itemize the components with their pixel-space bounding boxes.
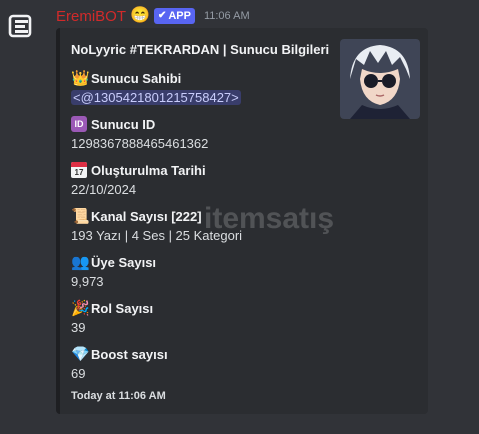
field-role-count: 🎉 Rol Sayısı 39 [71,298,153,338]
username[interactable]: EremiBOT [56,8,126,25]
channel-count-value: 193 Yazı | 4 Ses | 25 Kategori [71,228,243,243]
embed-thumbnail[interactable] [340,39,420,119]
crown-icon: 👑 [71,70,90,87]
users-icon: 👥 [71,254,90,271]
owner-mention-link[interactable]: <@1305421801215758427> [71,90,241,105]
message-header: EremiBOT 😁 ✔ APP 11:06 AM [56,5,250,27]
server-id-value: 1298367888465461362 [71,136,209,151]
embed-title: NoLyyric #TEKRARDAN | Sunucu Bilgileri [71,42,330,57]
app-badge: ✔ APP [153,8,195,24]
field-label: Sunucu ID [91,116,156,132]
scroll-icon: 📜 [71,208,90,225]
party-popper-icon: 🎉 [71,300,90,317]
field-server-id: ID Sunucu ID 1298367888465461362 [71,114,208,154]
member-count-value: 9,973 [71,274,104,289]
anime-character-thumbnail-icon [340,39,420,119]
field-label: Oluşturulma Tarihi [91,162,206,178]
field-member-count: 👥 Üye Sayısı 9,973 [71,252,156,292]
boost-count-value: 69 [71,366,86,381]
id-icon: ID [71,116,87,132]
bot-logo-icon [8,14,32,38]
bot-avatar[interactable] [6,12,34,40]
field-server-owner: 👑 Sunucu Sahibi <@1305421801215758427> [71,68,241,108]
app-badge-label: APP [168,10,191,22]
smiling-face-icon: 😁 [130,7,150,24]
server-info-embed: NoLyyric #TEKRARDAN | Sunucu Bilgileri 👑… [56,28,428,414]
field-boost-count: 💎 Boost sayısı 69 [71,344,168,384]
message-timestamp[interactable]: 11:06 AM [204,10,250,22]
calendar-icon: 17 [71,162,87,178]
field-channel-count: 📜 Kanal Sayısı [222] 193 Yazı | 4 Ses | … [71,206,242,246]
field-label: Sunucu Sahibi [91,70,182,86]
boost-gem-icon: 💎 [71,346,90,363]
role-count-value: 39 [71,320,86,335]
embed-footer-timestamp: Today at 11:06 AM [71,390,166,402]
field-label: Rol Sayısı [91,300,154,316]
check-icon: ✔ [157,10,167,21]
field-label: Boost sayısı [91,346,168,362]
field-label: Kanal Sayısı [222] [91,208,202,224]
field-label: Üye Sayısı [91,254,157,270]
field-creation-date: 17 Oluşturulma Tarihi 22/10/2024 [71,160,206,200]
creation-date-value: 22/10/2024 [71,182,137,197]
